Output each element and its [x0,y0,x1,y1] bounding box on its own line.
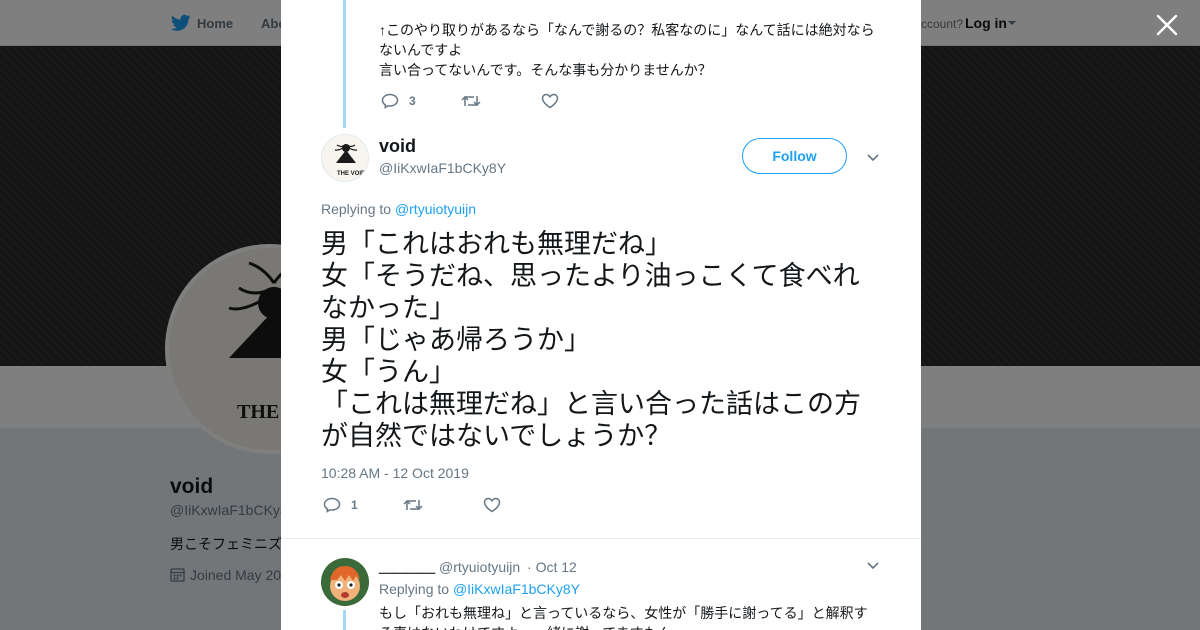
retweet-action[interactable] [461,94,541,108]
retweet-action[interactable] [403,498,483,512]
reply-author-avatar[interactable] [321,558,369,606]
reply-count: 3 [409,94,416,108]
retweet-icon[interactable] [403,498,423,512]
replying-to-link[interactable]: @rtyuiotyuijn [395,201,476,217]
tweet-text: 男「これはおれも無理だね」 女「そうだね、思ったより油っこくて食べれなかった」 … [321,229,861,451]
svg-text:THE VOID: THE VOID [337,171,366,177]
parent-tweet-line: 言い合ってないんです。そんな事も分かりませんか？ [379,62,712,78]
replying-to-prefix: Replying to [321,201,395,217]
replying-to-line: Replying to @rtyuiotyuijn [321,201,476,217]
reply-author-handle[interactable]: @rtyuiotyuijn [439,559,520,575]
parent-tweet-actions: 3 [381,93,559,109]
reply-icon[interactable] [381,93,399,109]
reply-date[interactable]: · Oct 12 [527,559,577,575]
like-action[interactable] [483,497,501,513]
tweet-modal: ↑このやり取りがあるなら「なんで謝るの？私客なのに」なんて話には絶対ならないんで… [281,0,921,630]
heart-icon[interactable] [483,497,501,513]
reply-icon[interactable] [323,497,341,513]
reply-action[interactable]: 1 [323,497,403,513]
replying-to-prefix: Replying to [379,581,453,597]
parent-tweet-line: ↑このやり取りがあるなら「なんで謝るの？私客なのに」なんて話には絶対ならないんで… [379,22,875,58]
author-name[interactable]: void [379,136,416,157]
follow-button[interactable]: Follow [742,138,847,174]
retweet-icon[interactable] [461,94,481,108]
like-action[interactable] [541,93,559,109]
reply-replying-to-line: Replying to @IiKxwIaF1bCKy8Y [379,581,580,597]
chevron-down-icon[interactable] [866,152,880,162]
thread-line [343,610,346,630]
tweet-timestamp[interactable]: 10:28 AM - 12 Oct 2019 [321,465,469,481]
close-icon[interactable] [1154,12,1180,38]
reply-action[interactable]: 3 [381,93,461,109]
reply-tweet-text: もし「おれも無理ね」と言っているなら、女性が「勝手に謝ってる」と解釈する事はない… [379,605,868,630]
chevron-down-icon[interactable] [866,560,880,570]
author-handle[interactable]: @IiKxwIaF1bCKy8Y [379,160,506,176]
main-tweet-actions: 1 [323,497,501,513]
author-avatar-image: THE VOID [322,135,368,181]
reply-author-name[interactable]: ＿＿＿＿ [379,559,435,575]
reply-header: ＿＿＿＿ @rtyuiotyuijn · Oct 12 [379,557,577,577]
parent-tweet-text: ↑このやり取りがあるなら「なんで謝るの？私客なのに」なんて話には絶対ならないんで… [379,20,881,80]
replying-to-link[interactable]: @IiKxwIaF1bCKy8Y [453,581,580,597]
thread-line [343,0,346,128]
reply-avatar-image [321,558,369,606]
divider [281,538,921,539]
heart-icon[interactable] [541,93,559,109]
author-avatar[interactable]: THE VOID [321,134,369,182]
reply-count: 1 [351,498,358,512]
